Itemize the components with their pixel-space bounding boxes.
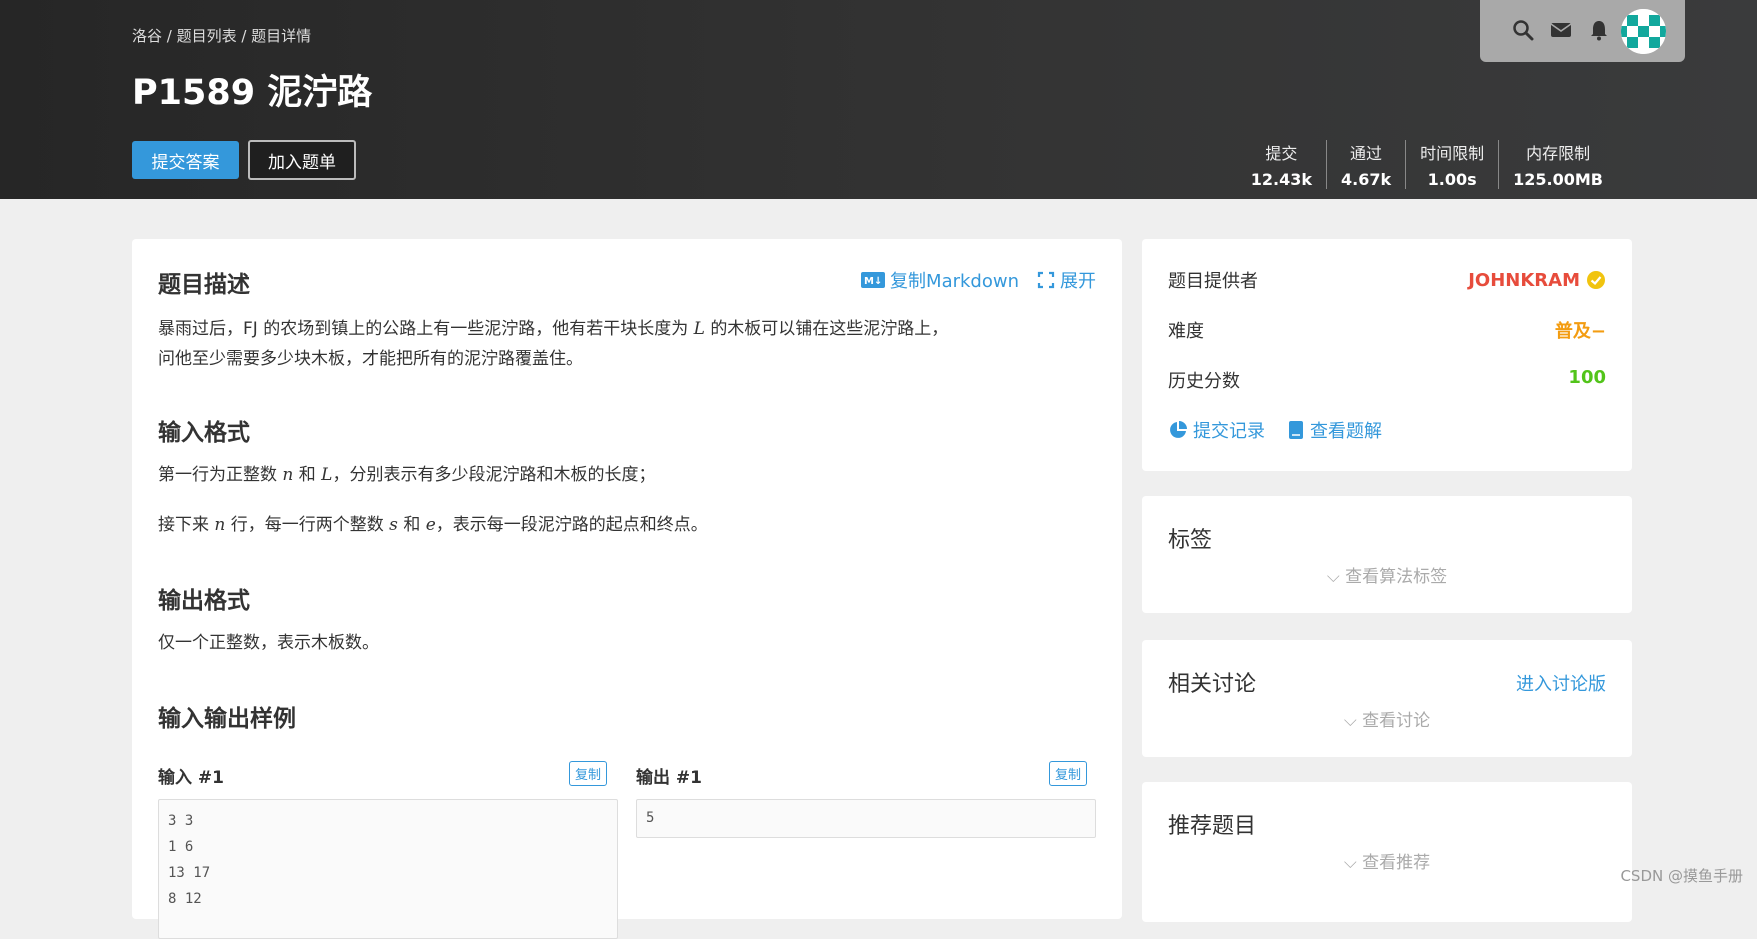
text-span: 和: [298, 465, 316, 485]
output-format-text: 仅一个正整数，表示木板数。: [158, 633, 379, 653]
copy-input-button[interactable]: 复制: [569, 761, 608, 786]
sample-output-label: 输出 #1: [636, 768, 702, 788]
markdown-icon: M↓: [861, 272, 886, 288]
expand-icon: [1037, 271, 1055, 289]
provider-user[interactable]: JOHNKRAM: [1468, 267, 1606, 293]
discussion-title: 相关讨论: [1168, 672, 1257, 697]
problem-stats: 提交 12.43k 通过 4.67k 时间限制 1.00s 内存限制 125.0…: [1237, 140, 1617, 189]
show-tags-toggle[interactable]: ⌵ 查看算法标签: [1142, 562, 1632, 587]
text-span: 的木板可以铺在这些泥泞路上，: [710, 319, 949, 339]
math-var: L: [693, 319, 705, 339]
expand-label: 展开: [1060, 271, 1096, 292]
expand-link[interactable]: 展开: [1037, 267, 1096, 293]
show-discussion-label: 查看讨论: [1362, 711, 1431, 731]
score-row: 历史分数 100: [1168, 367, 1606, 393]
provider-row: 题目提供者 JOHNKRAM: [1168, 267, 1606, 293]
copy-output-button[interactable]: 复制: [1049, 761, 1088, 786]
stat-submissions: 提交 12.43k: [1237, 140, 1326, 189]
description-text: 暴雨过后，FJ 的农场到镇上的公路上有一些泥泞路，他有若干块长度为 L 的木板可…: [158, 314, 948, 374]
math-var: n: [214, 515, 226, 535]
side-links: 提交记录 查看题解: [1168, 417, 1382, 443]
stat-label: 时间限制: [1420, 144, 1485, 163]
stat-value: 12.43k: [1250, 170, 1312, 189]
stat-memory-limit: 内存限制 125.00MB: [1498, 140, 1617, 189]
submission-records-label: 提交记录: [1193, 421, 1265, 442]
user-toolbar: [1480, 0, 1685, 62]
page-header: 洛谷 / 题目列表 / 题目详情 P1589 泥泞路 提交答案 加入题单 提交 …: [0, 0, 1757, 199]
chevron-down-icon: ⌵: [1326, 567, 1340, 587]
chevron-down-icon: ⌵: [1343, 711, 1357, 731]
input-format-line1: 第一行为正整数 n 和 L，分别表示有多少段泥泞路和木板的长度；: [158, 460, 655, 490]
bell-icon[interactable]: [1586, 17, 1612, 43]
mail-icon[interactable]: [1548, 17, 1574, 43]
enter-discussion-link[interactable]: 进入讨论版: [1516, 670, 1606, 696]
text-span: ，表示每一段泥泞路的起点和终点。: [435, 515, 708, 535]
stat-value: 125.00MB: [1513, 170, 1603, 189]
text-span: 问他至少需要多少块木板，才能把所有的泥泞路覆盖住。: [158, 349, 583, 369]
math-var: e: [425, 515, 436, 535]
discussion-card: 相关讨论 进入讨论版 ⌵ 查看讨论: [1142, 640, 1632, 757]
problem-card: 题目描述 M↓ 复制Markdown 展开 暴雨过后，FJ 的农场到镇上的公路上…: [132, 239, 1122, 939]
show-recommend-label: 查看推荐: [1362, 853, 1431, 873]
stat-value: 4.67k: [1341, 170, 1392, 189]
chevron-down-icon: ⌵: [1343, 853, 1357, 873]
breadcrumb[interactable]: 洛谷 / 题目列表 / 题目详情: [132, 25, 311, 46]
copy-markdown-link[interactable]: M↓ 复制Markdown: [861, 267, 1019, 293]
svg-text:M↓: M↓: [864, 276, 882, 287]
add-to-list-button[interactable]: 加入题单: [248, 140, 356, 180]
stat-value: 1.00s: [1427, 170, 1477, 189]
problem-info-card: 题目提供者 JOHNKRAM 难度 普及− 历史分数 100 提交记录 查看题解: [1142, 239, 1632, 471]
recommend-card: 推荐题目 ⌵ 查看推荐: [1142, 782, 1632, 922]
description-heading: 题目描述: [158, 272, 250, 298]
text-span: 第一行为正整数: [158, 465, 277, 485]
book-icon: [1289, 421, 1303, 439]
pie-chart-icon: [1170, 421, 1187, 438]
input-format-heading: 输入格式: [158, 420, 250, 446]
math-var: n: [282, 465, 294, 485]
text-span: ，分别表示有多少段泥泞路和木板的长度；: [332, 465, 656, 485]
tags-card: 标签 ⌵ 查看算法标签: [1142, 496, 1632, 613]
search-icon[interactable]: [1510, 17, 1536, 43]
difficulty-value[interactable]: 普及−: [1555, 317, 1606, 343]
page-title: P1589 泥泞路: [132, 73, 373, 113]
avatar[interactable]: [1621, 9, 1666, 54]
stat-accepted: 通过 4.67k: [1326, 140, 1405, 189]
stat-label: 通过: [1350, 144, 1383, 163]
provider-label: 题目提供者: [1168, 271, 1258, 292]
show-tags-label: 查看算法标签: [1345, 567, 1448, 587]
sample-input-label: 输入 #1: [158, 768, 224, 788]
problem-actions: M↓ 复制Markdown 展开: [861, 267, 1096, 293]
difficulty-label: 难度: [1168, 321, 1204, 342]
tags-title: 标签: [1168, 528, 1213, 553]
output-format-heading: 输出格式: [158, 588, 250, 614]
watermark: CSDN @摸鱼手册: [1620, 867, 1743, 885]
math-var: L: [321, 465, 333, 485]
view-solutions-link[interactable]: 查看题解: [1287, 417, 1382, 443]
score-label: 历史分数: [1168, 371, 1240, 392]
show-discussion-toggle[interactable]: ⌵ 查看讨论: [1142, 706, 1632, 731]
sample-input-box[interactable]: 3 3 1 6 13 17 8 12: [158, 799, 618, 939]
input-format-line2: 接下来 n 行，每一行两个整数 s 和 e，表示每一段泥泞路的起点和终点。: [158, 510, 708, 540]
text-span: 行，每一行两个整数: [230, 515, 384, 535]
submission-records-link[interactable]: 提交记录: [1168, 417, 1265, 443]
difficulty-row: 难度 普及−: [1168, 317, 1606, 343]
score-value: 100: [1568, 367, 1606, 388]
stat-time-limit: 时间限制 1.00s: [1405, 140, 1498, 189]
verified-badge-icon: [1587, 271, 1605, 289]
math-var: s: [389, 515, 398, 535]
view-solutions-label: 查看题解: [1310, 421, 1382, 442]
stat-label: 提交: [1265, 144, 1298, 163]
text-span: 和: [403, 515, 421, 535]
text-span: 接下来: [158, 515, 209, 535]
stat-label: 内存限制: [1526, 144, 1591, 163]
text-span: 暴雨过后，FJ 的农场到镇上的公路上有一些泥泞路，他有若干块长度为: [158, 319, 689, 339]
provider-name: JOHNKRAM: [1468, 269, 1580, 291]
sample-output-box[interactable]: 5: [636, 799, 1096, 838]
copy-markdown-label: 复制Markdown: [890, 271, 1019, 292]
samples-heading: 输入输出样例: [158, 706, 296, 732]
submit-answer-button[interactable]: 提交答案: [132, 141, 239, 179]
recommend-title: 推荐题目: [1168, 814, 1257, 839]
show-recommend-toggle[interactable]: ⌵ 查看推荐: [1142, 848, 1632, 873]
